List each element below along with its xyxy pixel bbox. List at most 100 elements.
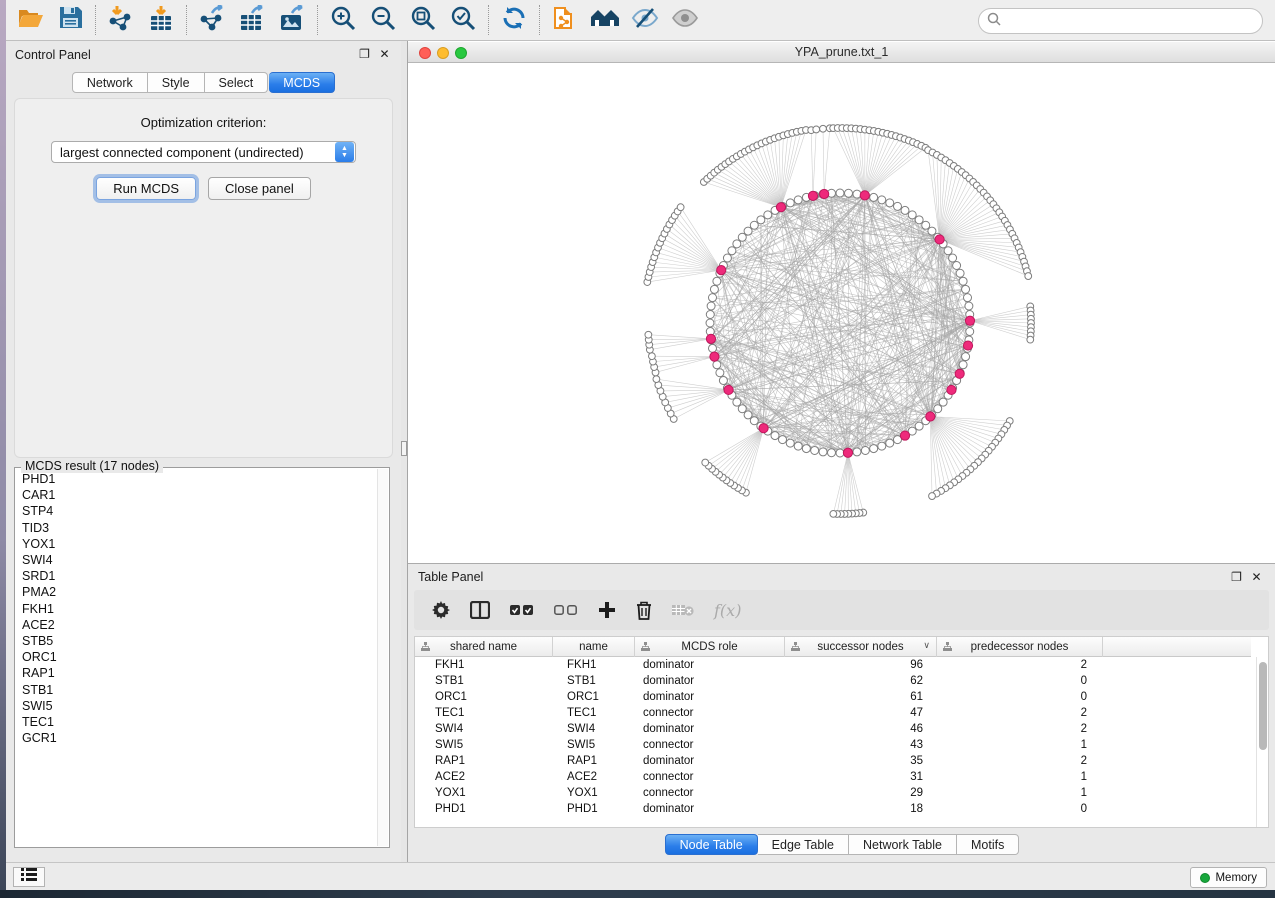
ring-node[interactable] <box>959 361 967 369</box>
ring-node[interactable] <box>710 285 718 293</box>
mcds-result-item[interactable]: FKH1 <box>16 601 377 617</box>
mcds-result-item[interactable]: STB5 <box>16 633 377 649</box>
ring-node[interactable] <box>962 285 970 293</box>
ring-node[interactable] <box>853 190 861 198</box>
function-builder-button[interactable]: f(x) <box>714 597 741 623</box>
run-mcds-button[interactable]: Run MCDS <box>96 177 196 200</box>
ring-node[interactable] <box>878 196 886 204</box>
search-box[interactable] <box>978 8 1263 34</box>
save-session-button[interactable] <box>50 2 90 38</box>
mcds-result-item[interactable]: GCR1 <box>16 730 377 746</box>
mcds-hub-node[interactable] <box>710 352 719 361</box>
open-file-button[interactable] <box>10 2 50 38</box>
delete-table-button[interactable] <box>672 597 694 623</box>
ring-node[interactable] <box>786 199 794 207</box>
clone-network-button[interactable] <box>545 2 585 38</box>
ring-node[interactable] <box>922 221 930 229</box>
mcds-hub-node[interactable] <box>820 189 829 198</box>
mcds-result-item[interactable]: CAR1 <box>16 487 377 503</box>
ring-node[interactable] <box>956 269 964 277</box>
table-row[interactable]: TEC1TEC1connector472 <box>415 705 1256 721</box>
search-input[interactable] <box>1001 11 1262 31</box>
column-header-name[interactable]: name <box>553 637 635 657</box>
export-image-button[interactable] <box>272 2 312 38</box>
tab-network-table[interactable]: Network Table <box>849 834 957 855</box>
ring-node[interactable] <box>886 199 894 207</box>
ring-node[interactable] <box>965 302 973 310</box>
ring-node[interactable] <box>738 405 746 413</box>
network-graph[interactable] <box>408 63 1275 560</box>
ring-node[interactable] <box>713 277 721 285</box>
mcds-result-item[interactable]: SWI5 <box>16 698 377 714</box>
mcds-result-item[interactable]: TEC1 <box>16 714 377 730</box>
export-network-button[interactable] <box>192 2 232 38</box>
close-panel-icon[interactable]: ✕ <box>1250 571 1263 584</box>
ring-node[interactable] <box>908 211 916 219</box>
tab-style[interactable]: Style <box>148 72 205 93</box>
mcds-hub-node[interactable] <box>860 191 869 200</box>
tab-edge-table[interactable]: Edge Table <box>758 834 849 855</box>
ring-node[interactable] <box>794 196 802 204</box>
mcds-hub-node[interactable] <box>759 424 768 433</box>
ring-node[interactable] <box>723 254 731 262</box>
ring-node[interactable] <box>733 398 741 406</box>
criterion-dropdown[interactable]: largest connected component (undirected)… <box>51 141 356 163</box>
mcds-result-item[interactable]: ORC1 <box>16 649 377 665</box>
table-row[interactable]: RAP1RAP1dominator352 <box>415 753 1256 769</box>
ring-node[interactable] <box>794 442 802 450</box>
select-all-button[interactable] <box>510 597 534 623</box>
mcds-result-item[interactable]: STB1 <box>16 682 377 698</box>
ring-node[interactable] <box>845 189 853 197</box>
satellite-node[interactable] <box>820 125 827 132</box>
satellite-node[interactable] <box>1027 336 1034 343</box>
ring-node[interactable] <box>915 216 923 224</box>
ring-node[interactable] <box>966 328 974 336</box>
ring-node[interactable] <box>719 376 727 384</box>
ring-node[interactable] <box>964 294 972 302</box>
table-row[interactable]: YOX1YOX1connector291 <box>415 785 1256 801</box>
mcds-result-item[interactable]: RAP1 <box>16 665 377 681</box>
ring-node[interactable] <box>915 422 923 430</box>
memory-button[interactable]: Memory <box>1190 867 1267 888</box>
table-row[interactable]: FKH1FKH1dominator962 <box>415 657 1256 673</box>
mcds-result-item[interactable]: YOX1 <box>16 536 377 552</box>
ring-node[interactable] <box>744 411 752 419</box>
satellite-node[interactable] <box>645 331 652 338</box>
column-header-predecessor-nodes[interactable]: predecessor nodes <box>937 637 1103 657</box>
ring-node[interactable] <box>959 277 967 285</box>
ring-node[interactable] <box>757 216 765 224</box>
ring-node[interactable] <box>939 398 947 406</box>
ring-node[interactable] <box>853 448 861 456</box>
export-table-button[interactable] <box>232 2 272 38</box>
ring-node[interactable] <box>779 436 787 444</box>
mcds-result-item[interactable]: SRD1 <box>16 568 377 584</box>
table-settings-button[interactable] <box>432 597 450 623</box>
ring-node[interactable] <box>886 439 894 447</box>
table-row[interactable]: SWI4SWI4dominator462 <box>415 721 1256 737</box>
mcds-result-item[interactable]: PMA2 <box>16 584 377 600</box>
hide-selected-button[interactable] <box>625 2 665 38</box>
ring-node[interactable] <box>706 319 714 327</box>
deselect-all-button[interactable] <box>554 597 578 623</box>
ring-node[interactable] <box>870 445 878 453</box>
ring-node[interactable] <box>750 221 758 229</box>
table-row[interactable]: SWI5SWI5connector431 <box>415 737 1256 753</box>
ring-node[interactable] <box>819 448 827 456</box>
ring-node[interactable] <box>786 439 794 447</box>
ring-node[interactable] <box>706 310 714 318</box>
ring-node[interactable] <box>928 227 936 235</box>
ring-node[interactable] <box>962 353 970 361</box>
zoom-selected-button[interactable] <box>443 2 483 38</box>
ring-node[interactable] <box>878 442 886 450</box>
tab-motifs[interactable]: Motifs <box>957 834 1019 855</box>
tab-mcds[interactable]: MCDS <box>269 72 335 93</box>
table-row[interactable]: ACE2ACE2connector311 <box>415 769 1256 785</box>
mcds-result-item[interactable]: TID3 <box>16 520 377 536</box>
ring-node[interactable] <box>870 193 878 201</box>
satellite-node[interactable] <box>1025 273 1032 280</box>
ring-node[interactable] <box>949 254 957 262</box>
ring-node[interactable] <box>713 361 721 369</box>
ring-node[interactable] <box>953 262 961 270</box>
satellite-node[interactable] <box>813 126 820 133</box>
table-row[interactable]: PHD1PHD1dominator180 <box>415 801 1256 817</box>
